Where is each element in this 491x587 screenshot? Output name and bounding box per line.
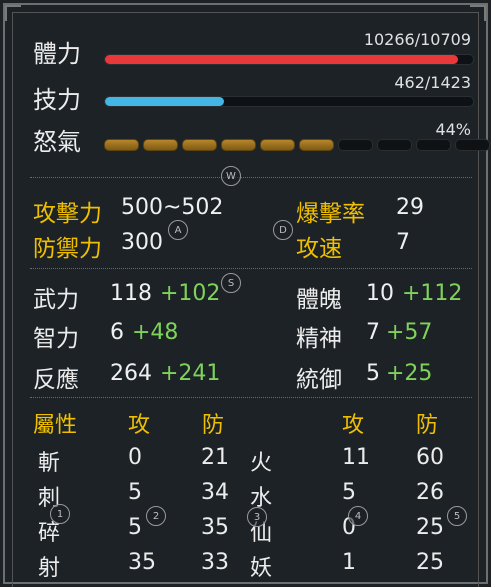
attribute-def: 21 [201,445,229,470]
attribute-header-def: 防 [202,413,225,438]
sp-label: 技力 [33,86,81,114]
divider [30,397,472,398]
hotkey-badge-2[interactable]: 2 [146,506,166,526]
hp-label: 體力 [33,40,81,68]
stat-tipo-label: 體魄 [296,287,342,313]
speed-value: 7 [396,230,410,255]
stat-jingshen-label: 精神 [296,326,342,352]
rage-segment [338,139,373,151]
divider [30,268,472,269]
attribute-name: 斬 [38,451,61,476]
hotkey-badge-4[interactable]: 4 [348,506,368,526]
rage-segment [221,139,256,151]
attribute-name2: 妖 [250,556,273,581]
divider [30,177,472,178]
rage-meter [104,139,490,151]
hotkey-badge-s[interactable]: S [221,273,241,293]
stat-fanying-label: 反應 [33,367,79,393]
attribute-atk2: 11 [342,445,370,470]
sp-bar [104,96,474,107]
rage-value: 44% [435,120,471,139]
hp-bar [104,54,474,65]
attribute-header-def2: 防 [416,413,439,438]
stat-tongyu-value: 5 [366,361,380,386]
stat-wuli-label: 武力 [33,287,79,313]
attribute-def2: 25 [416,515,444,540]
rage-segment [299,139,334,151]
hp-bar-fill [105,55,458,64]
attribute-name2: 火 [250,451,273,476]
rage-segment [455,139,490,151]
speed-label: 攻速 [296,236,342,262]
stat-tipo-value: 10 [366,281,394,306]
stat-fanying-value: 264 [110,361,152,386]
stat-jingshen-value: 7 [366,320,380,345]
rage-segment [143,139,178,151]
defense-label: 防禦力 [33,236,102,262]
attack-label: 攻擊力 [33,201,102,227]
rage-segment [260,139,295,151]
stat-zhili-label: 智力 [33,326,79,352]
sp-bar-fill [105,97,225,106]
stat-zhili-value: 6 [110,320,124,345]
stat-tongyu-bonus: +25 [386,361,433,386]
attribute-atk: 35 [128,550,156,575]
crit-value: 29 [396,195,424,220]
attribute-atk: 0 [128,445,142,470]
stat-fanying-bonus: +241 [160,361,221,386]
attribute-atk: 5 [128,480,142,505]
hotkey-badge-1[interactable]: 1 [50,504,70,524]
stat-wuli-bonus: +102 [160,281,221,306]
attribute-def: 33 [201,550,229,575]
attribute-header-atk: 攻 [128,413,151,438]
rage-segment [182,139,217,151]
character-stats-panel: 體力 10266/10709 技力 462/1423 怒氣 44% W 攻擊力 … [0,0,491,587]
stat-tongyu-label: 統御 [296,367,342,393]
hotkey-badge-a[interactable]: A [168,220,188,240]
stat-zhili-bonus: +48 [132,320,179,345]
attribute-def: 34 [201,480,229,505]
sp-value: 462/1423 [394,73,471,92]
hotkey-badge-w[interactable]: W [221,166,241,186]
attribute-def2: 60 [416,445,444,470]
hp-value: 10266/10709 [363,30,471,49]
attribute-def2: 25 [416,550,444,575]
stat-jingshen-bonus: +57 [386,320,433,345]
crit-label: 爆擊率 [296,201,365,227]
attribute-header-title: 屬性 [33,413,78,438]
rage-segment [416,139,451,151]
hotkey-badge-d[interactable]: D [273,220,293,240]
hotkey-badge-5[interactable]: 5 [447,506,467,526]
hotkey-badge-3[interactable]: 3 [247,507,267,527]
attack-value: 500~502 [121,195,224,220]
rage-label: 怒氣 [33,128,81,156]
attribute-def: 35 [201,515,229,540]
stat-tipo-bonus: +112 [402,281,463,306]
attribute-atk2: 5 [342,480,356,505]
attribute-name: 射 [38,556,61,581]
attribute-atk: 5 [128,515,142,540]
stat-wuli-value: 118 [110,281,152,306]
attribute-header-atk2: 攻 [342,413,365,438]
attribute-def2: 26 [416,480,444,505]
attribute-atk2: 1 [342,550,356,575]
rage-segment [377,139,412,151]
defense-value: 300 [121,230,163,255]
rage-segment [104,139,139,151]
